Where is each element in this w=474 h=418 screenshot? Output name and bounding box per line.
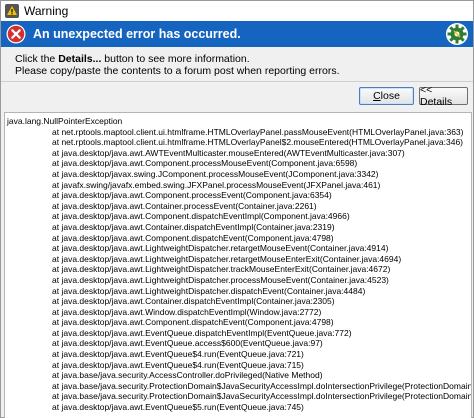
window-title: Warning (24, 4, 69, 18)
close-button[interactable]: Close (359, 87, 414, 105)
stack-trace-line: at java.desktop/java.awt.EventQueue$5.ru… (52, 402, 304, 413)
stack-trace-line: at java.desktop/java.awt.Container.dispa… (52, 221, 335, 232)
stack-trace-line: at net.rptools.maptool.client.ui.htmlfra… (52, 137, 464, 148)
error-icon (6, 24, 26, 44)
stack-trace-area[interactable]: java.lang.NullPointerException at net.rp… (4, 112, 472, 418)
close-mnemonic: C (373, 90, 381, 102)
gear-icon (446, 23, 468, 45)
info-line-1: Click the Details... button to see more … (15, 53, 250, 65)
warning-icon (5, 4, 19, 18)
stack-trace-line: at java.desktop/java.awt.Container.dispa… (52, 296, 335, 307)
stack-trace-line: at java.desktop/java.awt.EventQueue.disp… (52, 327, 352, 338)
stack-trace-line: at java.desktop/java.awt.LightweightDisp… (52, 285, 366, 296)
stack-trace-line: at java.desktop/java.awt.AWTEventMultica… (52, 147, 405, 158)
error-header: An unexpected error has occurred. (1, 21, 473, 47)
exception-line: java.lang.NullPointerException (7, 116, 123, 126)
stack-trace-line: at java.desktop/java.awt.Window.dispatch… (52, 306, 322, 317)
stack-trace-line: at java.base/java.security.ProtectionDom… (52, 380, 472, 391)
title-bar[interactable]: Warning (1, 1, 473, 21)
info-line-2: Please copy/paste the contents to a foru… (15, 65, 340, 77)
details-keyword: Details... (58, 53, 102, 65)
close-label: lose (380, 90, 400, 102)
stack-trace-line: at java.desktop/java.awt.Component.dispa… (52, 232, 334, 243)
warning-dialog: Warning An unexpected error has occurred… (0, 0, 474, 418)
stack-trace-line: at java.base/java.security.ProtectionDom… (52, 391, 472, 402)
stack-trace-line: at java.desktop/java.awt.EventQueue$4.ru… (52, 349, 304, 360)
stack-trace-line: at javafx.swing/javafx.embed.swing.JFXPa… (52, 179, 381, 190)
stack-trace-line: at java.desktop/java.awt.Component.dispa… (52, 317, 334, 328)
stack-trace-line: at java.desktop/java.awt.LightweightDisp… (52, 253, 402, 264)
stack-trace-line: at java.desktop/java.awt.Container.proce… (52, 200, 317, 211)
stack-trace-line: at java.desktop/java.awt.Component.dispa… (52, 211, 350, 222)
stack-trace-line: at java.desktop/java.awt.EventQueue.acce… (52, 338, 323, 349)
stack-trace-line: at java.desktop/java.awt.Component.proce… (52, 158, 358, 169)
stack-trace-line: at java.desktop/javax.swing.JComponent.p… (52, 168, 379, 179)
stack-trace-line: at java.base/java.security.AccessControl… (52, 370, 323, 381)
stack-trace-line: at java.desktop/java.awt.EventQueue$4.ru… (52, 359, 304, 370)
details-button[interactable]: << Details (419, 84, 468, 108)
stack-trace-line: at java.desktop/java.awt.LightweightDisp… (52, 264, 391, 275)
header-title: An unexpected error has occurred. (33, 27, 241, 41)
stack-trace-text: java.lang.NullPointerException at net.rp… (7, 116, 472, 413)
stack-trace-line: at net.rptools.maptool.client.ui.htmlfra… (52, 126, 464, 137)
stack-trace-line: at java.desktop/java.awt.Component.proce… (52, 190, 332, 201)
stack-trace-line: at java.desktop/java.awt.LightweightDisp… (52, 274, 389, 285)
separator (1, 81, 473, 82)
info-text: Click the Details... button to see more … (15, 53, 340, 77)
stack-trace-line: at java.desktop/java.awt.LightweightDisp… (52, 243, 389, 254)
